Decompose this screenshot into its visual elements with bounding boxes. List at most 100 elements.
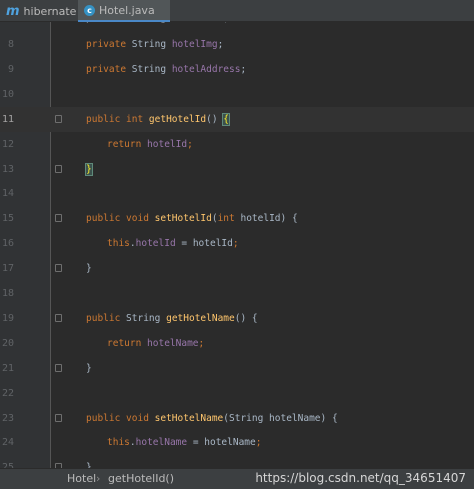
- code-text[interactable]: public void setHotelId(int hotelId) {: [86, 206, 298, 231]
- editor-tab-bar: m hibernate c Hotel.java: [0, 0, 474, 22]
- code-token: ;: [217, 39, 224, 50]
- line-number[interactable]: 11: [0, 107, 14, 132]
- line-number[interactable]: 18: [0, 281, 14, 306]
- code-token: (String hotelName) {: [223, 412, 338, 424]
- code-token: hotelAddress: [171, 63, 241, 75]
- code-token: ;: [255, 437, 262, 449]
- code-line[interactable]: 10: [0, 82, 474, 107]
- code-token: private: [86, 39, 132, 50]
- line-number[interactable]: 17: [0, 256, 14, 281]
- fold-marker-icon[interactable]: [55, 264, 62, 273]
- line-number[interactable]: 9: [0, 57, 14, 82]
- code-token: String: [126, 312, 167, 324]
- code-token: hotelName: [135, 437, 188, 449]
- code-token: ;: [232, 238, 239, 250]
- code-text[interactable]: }: [86, 356, 92, 381]
- code-token: public int: [86, 113, 149, 125]
- line-number[interactable]: 20: [0, 331, 14, 356]
- code-line[interactable]: 19 public String getHotelName() {: [0, 306, 474, 331]
- code-token: public void: [86, 213, 155, 225]
- code-line[interactable]: 16 this.hotelId = hotelId;: [0, 231, 474, 256]
- breadcrumb-separator: ›: [96, 472, 101, 485]
- code-line[interactable]: 23 public void setHotelName(String hotelN…: [0, 406, 474, 431]
- code-line[interactable]: 24 this.hotelName = hotelName;: [0, 430, 474, 455]
- code-token: public void: [86, 412, 155, 424]
- line-number[interactable]: 15: [0, 206, 14, 231]
- code-token: return: [107, 138, 148, 150]
- breadcrumb-class[interactable]: Hotel: [67, 472, 96, 485]
- fold-marker-icon[interactable]: [55, 413, 62, 422]
- line-number[interactable]: 10: [0, 82, 14, 107]
- code-token: setHotelName: [154, 412, 224, 424]
- code-token: }: [85, 162, 93, 176]
- line-number[interactable]: 22: [0, 381, 14, 406]
- code-token: getHotelName: [166, 312, 235, 324]
- code-token: ;: [240, 63, 247, 75]
- code-line[interactable]: 14: [0, 181, 474, 206]
- code-token: = hotelId: [175, 238, 233, 250]
- fold-marker-icon[interactable]: [55, 164, 62, 173]
- breadcrumb-bar: Hotel › getHotelId() https://blog.csdn.n…: [0, 468, 474, 489]
- code-token: this: [107, 437, 130, 449]
- fold-marker-icon[interactable]: [55, 313, 62, 322]
- code-text[interactable]: public int getHotelId() {: [86, 107, 231, 132]
- code-token: () {: [234, 312, 258, 324]
- maven-m-icon: m: [6, 3, 20, 19]
- breadcrumb-method[interactable]: getHotelId(): [108, 472, 174, 485]
- code-text[interactable]: private String hotelImg;: [86, 32, 223, 57]
- fold-marker-icon[interactable]: [55, 363, 62, 372]
- code-line[interactable]: 12 return hotelId;: [0, 132, 474, 157]
- code-token: hotelImg: [171, 39, 218, 50]
- tab-hotel-java[interactable]: c Hotel.java: [78, 0, 170, 22]
- code-token: }: [86, 263, 92, 275]
- code-token: public: [86, 312, 127, 324]
- code-token: hotelId: [147, 138, 188, 150]
- tab-label: Hotel.java: [99, 3, 155, 17]
- code-token: }: [86, 362, 92, 374]
- code-text[interactable]: public void setHotelName(String hotelNam…: [86, 406, 338, 431]
- line-number[interactable]: 21: [0, 356, 14, 381]
- line-number[interactable]: 14: [0, 181, 14, 206]
- code-line[interactable]: 20 return hotelName;: [0, 331, 474, 356]
- code-token: ;: [187, 138, 193, 150]
- watermark: https://blog.csdn.net/qq_34651407: [255, 471, 466, 485]
- code-line[interactable]: 11 public int getHotelId() {: [0, 106, 474, 132]
- line-number[interactable]: 12: [0, 132, 14, 157]
- line-number[interactable]: 19: [0, 306, 14, 331]
- fold-marker-icon[interactable]: [55, 114, 62, 123]
- code-line[interactable]: 9 private String hotelAddress;: [0, 57, 474, 82]
- code-line[interactable]: 13}: [0, 157, 474, 182]
- code-line[interactable]: 8 private String hotelImg;: [0, 32, 474, 57]
- code-token: (): [206, 113, 224, 125]
- code-token: = hotelName: [187, 437, 256, 449]
- text-caret: [229, 113, 231, 126]
- code-text[interactable]: this.hotelName = hotelName;: [107, 430, 261, 455]
- code-line[interactable]: 21}: [0, 356, 474, 381]
- code-line[interactable]: 15 public void setHotelId(int hotelId) {: [0, 206, 474, 231]
- code-editor[interactable]: private String hotelName; 8 private Strin…: [0, 0, 474, 473]
- code-text[interactable]: public String getHotelName() {: [86, 306, 258, 331]
- line-number[interactable]: 23: [0, 406, 14, 431]
- code-text[interactable]: return hotelId;: [107, 132, 193, 157]
- tab-hibernate[interactable]: m hibernate: [0, 0, 78, 22]
- code-text[interactable]: }: [85, 157, 93, 182]
- code-line[interactable]: 18: [0, 281, 474, 306]
- code-token: String: [131, 39, 172, 50]
- code-text[interactable]: return hotelName;: [107, 331, 204, 356]
- line-number[interactable]: 13: [0, 157, 14, 182]
- code-token: ;: [198, 337, 205, 349]
- code-text[interactable]: private String hotelAddress;: [86, 57, 246, 82]
- code-line[interactable]: 22: [0, 381, 474, 406]
- code-token: setHotelId: [154, 213, 212, 225]
- fold-marker-icon[interactable]: [55, 214, 62, 223]
- code-text[interactable]: this.hotelId = hotelId;: [107, 231, 239, 256]
- code-line[interactable]: 17}: [0, 256, 474, 281]
- code-token: this: [107, 238, 130, 250]
- code-text[interactable]: }: [86, 256, 92, 281]
- java-class-c-icon: c: [84, 4, 95, 16]
- line-number[interactable]: 8: [0, 32, 14, 57]
- line-number[interactable]: 24: [0, 430, 14, 455]
- tab-label: hibernate: [23, 4, 77, 18]
- code-token: int: [217, 213, 241, 225]
- line-number[interactable]: 16: [0, 231, 14, 256]
